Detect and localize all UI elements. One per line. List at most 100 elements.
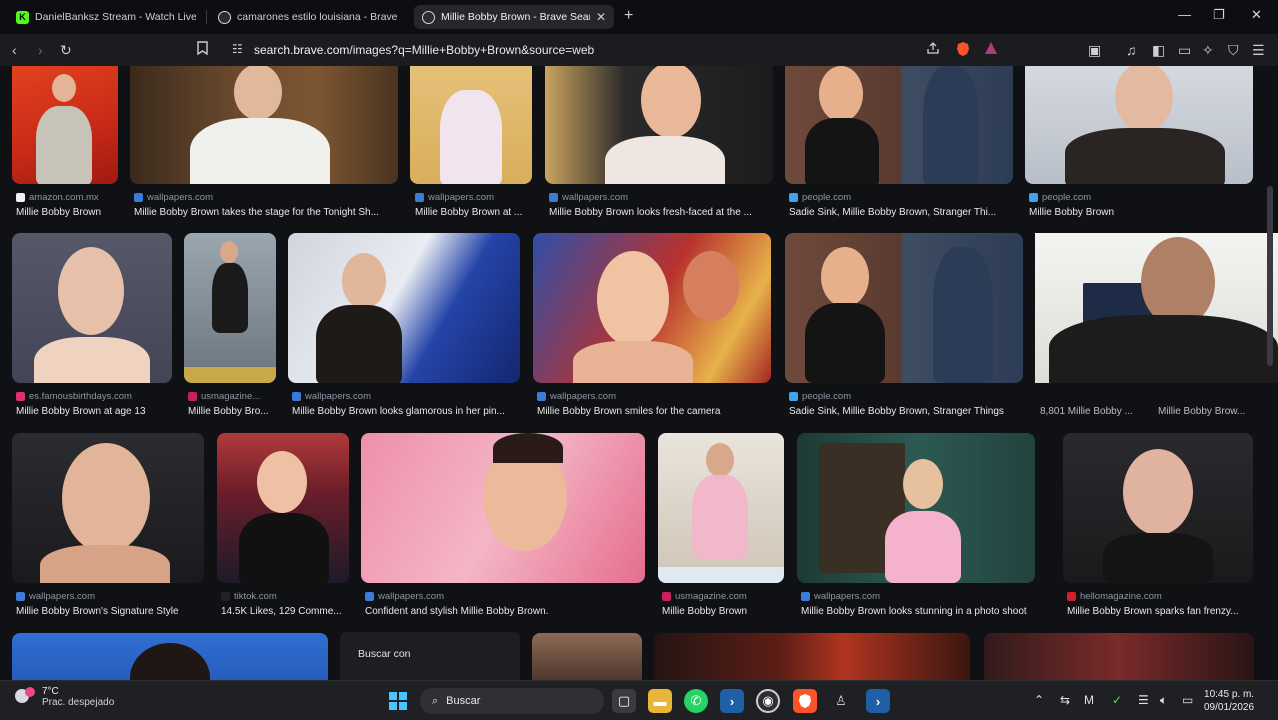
site-settings-icon[interactable]: ☷	[232, 42, 243, 56]
tray-app-icon[interactable]: ✓	[1112, 693, 1122, 707]
result-source[interactable]: wallpapers.com	[537, 391, 769, 402]
result-caption[interactable]: Millie Bobby Brown looks fresh-faced at …	[549, 207, 773, 218]
result-caption[interactable]: Millie Bobby Brown	[1029, 207, 1253, 218]
tab-kick-stream[interactable]: K DanielBanksz Stream - Watch Live on	[8, 5, 204, 29]
close-window-icon[interactable]: ✕	[1251, 7, 1262, 23]
result-source[interactable]: usmagazine...	[188, 391, 276, 402]
pinned-app-icon[interactable]: ♙	[829, 689, 853, 713]
brave-rewards-icon[interactable]	[984, 41, 998, 59]
brave-shields-icon[interactable]	[956, 41, 970, 61]
result-image[interactable]	[130, 66, 398, 184]
share-icon[interactable]	[926, 41, 940, 59]
result-image[interactable]	[654, 633, 970, 680]
tab-camarones-search[interactable]: camarones estilo louisiana - Brave Se	[210, 5, 408, 29]
result-caption[interactable]: 8,801 Millie Bobby ...	[1040, 406, 1140, 417]
result-image[interactable]	[12, 633, 328, 680]
tab-millie-search[interactable]: Millie Bobby Brown - Brave Sear ✕	[414, 5, 614, 29]
result-caption[interactable]: Millie Bobby Brown takes the stage for t…	[134, 207, 396, 218]
reload-icon[interactable]: ↻	[60, 41, 72, 59]
result-image[interactable]	[1063, 433, 1253, 583]
result-image[interactable]	[184, 233, 276, 383]
result-source[interactable]: hellomagazine.com	[1067, 591, 1255, 602]
sidebar-toggle-icon[interactable]: ▣	[1088, 41, 1101, 59]
result-image[interactable]	[785, 233, 1023, 383]
result-caption[interactable]: Sadie Sink, Millie Bobby Brown, Stranger…	[789, 207, 1013, 218]
result-caption[interactable]: Millie Bobby Brown looks glamorous in he…	[292, 406, 520, 417]
result-source[interactable]: wallpapers.com	[801, 591, 1047, 602]
whatsapp-icon[interactable]: ✆	[684, 689, 708, 713]
wallet-icon[interactable]: ▭	[1178, 41, 1191, 59]
context-popup[interactable]: Buscar con	[340, 632, 520, 680]
result-source[interactable]: wallpapers.com	[549, 192, 771, 203]
result-image[interactable]	[12, 233, 172, 383]
wifi-icon[interactable]: ☰	[1138, 693, 1149, 707]
forward-icon[interactable]: ›	[38, 41, 43, 59]
result-caption[interactable]: Millie Bobby Brown at age 13	[16, 406, 174, 417]
result-source[interactable]: wallpapers.com	[415, 192, 533, 203]
tab-close-icon[interactable]: ✕	[596, 10, 606, 24]
result-image[interactable]	[410, 66, 532, 184]
result-image[interactable]	[12, 66, 118, 184]
address-bar[interactable]: ☷ search.brave.com/images?q=Millie+Bobby…	[222, 38, 1012, 62]
result-source[interactable]: wallpapers.com	[292, 391, 518, 402]
result-image[interactable]	[217, 433, 349, 583]
result-image[interactable]	[785, 66, 1013, 184]
obs-icon[interactable]: ◉	[756, 689, 780, 713]
result-image[interactable]	[797, 433, 1035, 583]
result-source[interactable]: usmagazine.com	[662, 591, 784, 602]
result-caption[interactable]: Millie Bobby Brown smiles for the camera	[537, 406, 771, 417]
system-clock[interactable]: 10:45 p. m. 09/01/2026	[1204, 688, 1254, 714]
result-caption[interactable]: Millie Bobby Brow...	[1158, 406, 1258, 417]
bookmark-icon[interactable]	[197, 41, 208, 59]
minimize-icon[interactable]: —	[1178, 7, 1191, 22]
file-explorer-icon[interactable]: ▬	[648, 689, 672, 713]
vpn-icon[interactable]: ⛉	[1228, 41, 1239, 59]
scrollbar-thumb[interactable]	[1267, 186, 1273, 366]
result-caption[interactable]: Millie Bobby Bro...	[188, 406, 278, 417]
result-source[interactable]: people.com	[789, 192, 1011, 203]
app-shortcut-icon[interactable]: ›	[720, 689, 744, 713]
media-icon[interactable]: ♫	[1126, 41, 1137, 59]
result-source[interactable]: tiktok.com	[221, 591, 349, 602]
result-image[interactable]	[658, 433, 784, 583]
leo-ai-icon[interactable]: ✧	[1202, 41, 1214, 59]
new-tab-icon[interactable]: +	[624, 7, 633, 25]
result-caption[interactable]: Millie Bobby Brown	[662, 606, 786, 617]
result-image[interactable]	[533, 233, 771, 383]
result-caption[interactable]: Millie Bobby Brown looks stunning in a p…	[801, 606, 1049, 617]
taskbar-search[interactable]: ⌕ Buscar	[420, 688, 604, 714]
result-caption[interactable]: Sadie Sink, Millie Bobby Brown, Stranger…	[789, 406, 1023, 417]
reading-list-icon[interactable]: ◧	[1152, 41, 1165, 59]
start-button[interactable]	[386, 689, 410, 713]
result-source[interactable]: people.com	[789, 391, 1021, 402]
result-source[interactable]: wallpapers.com	[365, 591, 643, 602]
result-image[interactable]	[361, 433, 645, 583]
result-caption[interactable]: Millie Bobby Brown's Signature Style	[16, 606, 206, 617]
result-caption[interactable]: Confident and stylish Millie Bobby Brown…	[365, 606, 645, 617]
result-source[interactable]: people.com	[1029, 192, 1251, 203]
task-view-icon[interactable]: ▢	[612, 689, 636, 713]
tray-app-icon[interactable]: ⇆	[1060, 693, 1070, 707]
brave-browser-icon[interactable]	[793, 689, 817, 713]
url-text[interactable]: search.brave.com/images?q=Millie+Bobby+B…	[254, 43, 594, 57]
result-image[interactable]	[545, 66, 773, 184]
popup-label[interactable]: Buscar con	[358, 648, 411, 660]
result-caption[interactable]: Millie Bobby Brown sparks fan frenzy...	[1067, 606, 1257, 617]
result-image[interactable]	[1025, 66, 1253, 184]
back-icon[interactable]: ‹	[12, 41, 17, 59]
result-source[interactable]: amazon.com.mx	[16, 192, 126, 203]
result-image[interactable]	[288, 233, 520, 383]
battery-icon[interactable]: ▭	[1182, 693, 1193, 707]
result-source[interactable]: wallpapers.com	[16, 591, 204, 602]
menu-icon[interactable]: ☰	[1252, 41, 1265, 59]
result-caption[interactable]: Millie Bobby Brown at ...	[415, 207, 535, 218]
weather-widget[interactable]: 7°C Prac. despejado	[14, 686, 114, 708]
result-caption[interactable]: 14.5K Likes, 129 Comme...	[221, 606, 351, 617]
result-image[interactable]	[532, 633, 642, 680]
result-source[interactable]: es.famousbirthdays.com	[16, 391, 172, 402]
result-image[interactable]	[984, 633, 1254, 680]
result-source[interactable]: wallpapers.com	[134, 192, 394, 203]
result-image[interactable]	[12, 433, 204, 583]
app-shortcut-icon[interactable]: ›	[866, 689, 890, 713]
volume-icon[interactable]: 🔈︎	[1160, 693, 1167, 708]
